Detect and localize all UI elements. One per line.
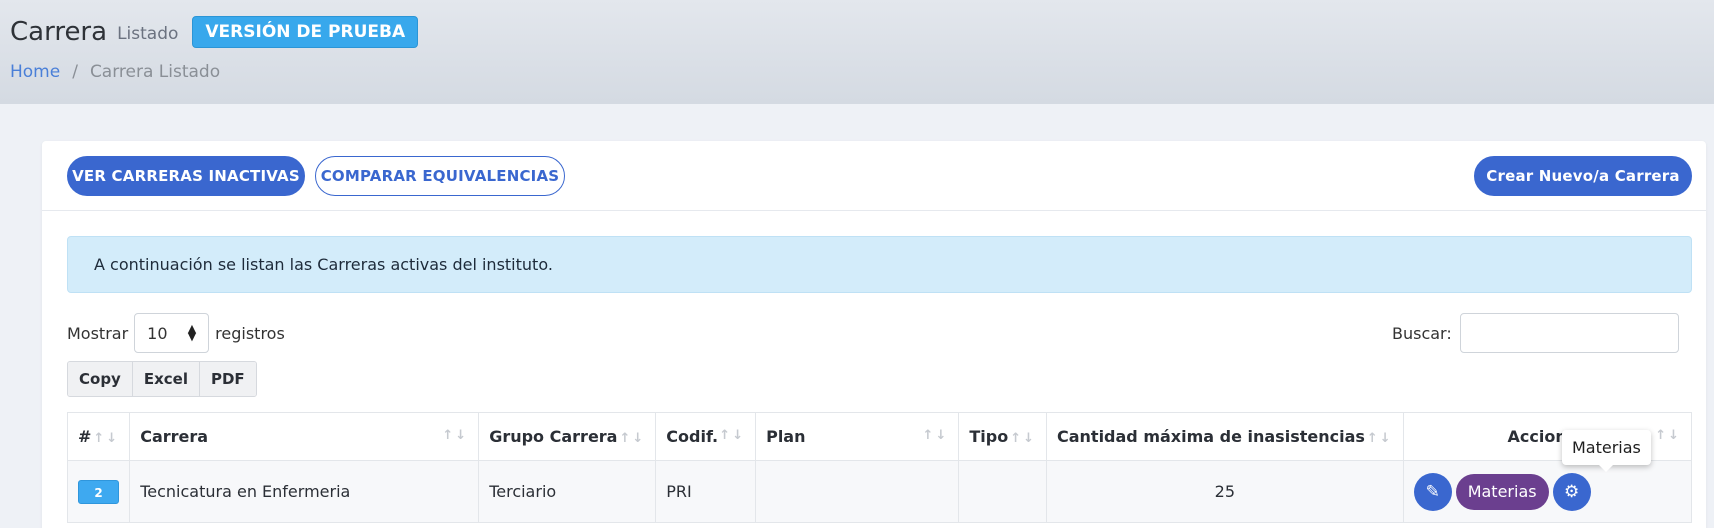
search-control: Buscar: <box>1392 313 1679 353</box>
excel-button[interactable]: Excel <box>132 362 200 396</box>
cell-cantidad: 25 <box>1045 460 1404 523</box>
page-length-select[interactable]: 10 ▲ ▼ <box>134 313 210 353</box>
trial-badge: VERSIÓN DE PRUEBA <box>192 16 419 48</box>
row-actions: ✎ Materias ⚙ <box>1413 472 1681 511</box>
select-caret-icon: ▲ ▼ <box>187 322 197 343</box>
column-header-tipo[interactable]: Tipo ↑↓ <box>958 412 1047 461</box>
sort-arrows-icon: ↑↓ <box>442 428 469 443</box>
cell-codif: PRI <box>655 460 757 523</box>
row-number-badge: 2 <box>78 479 119 504</box>
cell-num: 2 <box>66 460 131 523</box>
column-header-cantidad[interactable]: Cantidad máxima de inasistencias ↑↓ <box>1045 412 1404 461</box>
breadcrumb: Home / Carrera Listado <box>10 62 220 82</box>
content-card: VER CARRERAS INACTIVAS COMPARAR EQUIVALE… <box>42 141 1706 528</box>
table-row: 2 Tecnicatura en Enfermeria Terciario PR… <box>66 460 1693 523</box>
cell-tipo <box>958 460 1047 523</box>
settings-button[interactable]: ⚙ <box>1552 472 1591 511</box>
cell-grupo: Terciario <box>478 460 657 523</box>
cell-acciones: ✎ Materias ⚙ <box>1402 460 1693 523</box>
sort-arrows-icon: ↑↓ <box>93 431 120 446</box>
pdf-button[interactable]: PDF <box>199 362 256 396</box>
sort-arrows-icon: ↑↓ <box>922 428 949 443</box>
sort-arrows-icon: ↑↓ <box>719 428 746 443</box>
edit-button[interactable]: ✎ <box>1413 472 1452 511</box>
card-header: VER CARRERAS INACTIVAS COMPARAR EQUIVALE… <box>42 141 1706 211</box>
cell-carrera: Tecnicatura en Enfermeria <box>129 460 480 523</box>
search-input[interactable] <box>1459 313 1679 353</box>
length-prefix: Mostrar <box>67 323 129 343</box>
sort-arrows-icon: ↑↓ <box>619 431 646 446</box>
export-button-group: Copy Excel PDF <box>67 361 257 397</box>
info-alert: A continuación se listan las Carreras ac… <box>67 236 1692 293</box>
materias-button[interactable]: Materias <box>1455 473 1549 510</box>
sort-arrows-icon: ↑↓ <box>1366 431 1393 446</box>
breadcrumb-separator: / <box>72 62 78 82</box>
view-inactive-careers-button[interactable]: VER CARRERAS INACTIVAS <box>67 156 305 196</box>
breadcrumb-current: Carrera Listado <box>89 62 221 82</box>
column-header-carrera[interactable]: Carrera ↑↓ <box>129 412 480 461</box>
column-header-grupo[interactable]: Grupo Carrera ↑↓ <box>478 412 657 461</box>
length-suffix: registros <box>215 323 285 343</box>
column-header-num[interactable]: # ↑↓ <box>66 412 131 461</box>
page-length-control: Mostrar 10 ▲ ▼ registros <box>67 313 285 353</box>
edit-icon: ✎ <box>1425 481 1440 502</box>
column-header-codif[interactable]: Codif. ↑↓ <box>655 412 757 461</box>
gear-icon: ⚙ <box>1563 481 1580 502</box>
info-alert-text: A continuación se listan las Carreras ac… <box>94 255 553 274</box>
compare-equivalences-button[interactable]: COMPARAR EQUIVALENCIAS <box>315 156 565 196</box>
table-header-row: # ↑↓ Carrera ↑↓ Grupo Carrera ↑↓ Codif. ↑↓ P… <box>66 412 1693 461</box>
page-title-group: Carrera Listado VERSIÓN DE PRUEBA <box>10 16 419 48</box>
breadcrumb-home-link[interactable]: Home <box>10 62 60 82</box>
search-label: Buscar: <box>1392 323 1452 343</box>
careers-table: # ↑↓ Carrera ↑↓ Grupo Carrera ↑↓ Codif. ↑↓ P… <box>66 412 1693 523</box>
page-title: Carrera <box>10 17 108 47</box>
sort-arrows-icon: ↑↓ <box>1010 431 1036 446</box>
page-subtitle: Listado <box>117 24 179 44</box>
column-header-plan[interactable]: Plan ↑↓ <box>755 412 960 461</box>
page-length-value: 10 <box>147 323 168 343</box>
create-career-button[interactable]: Crear Nuevo/a Carrera <box>1474 156 1692 196</box>
cell-plan <box>755 460 960 523</box>
page-header: Carrera Listado VERSIÓN DE PRUEBA Home /… <box>0 0 1714 104</box>
materias-tooltip: Materias <box>1562 430 1651 472</box>
sort-arrows-icon: ↑↓ <box>1655 428 1681 443</box>
copy-button[interactable]: Copy <box>68 362 133 396</box>
